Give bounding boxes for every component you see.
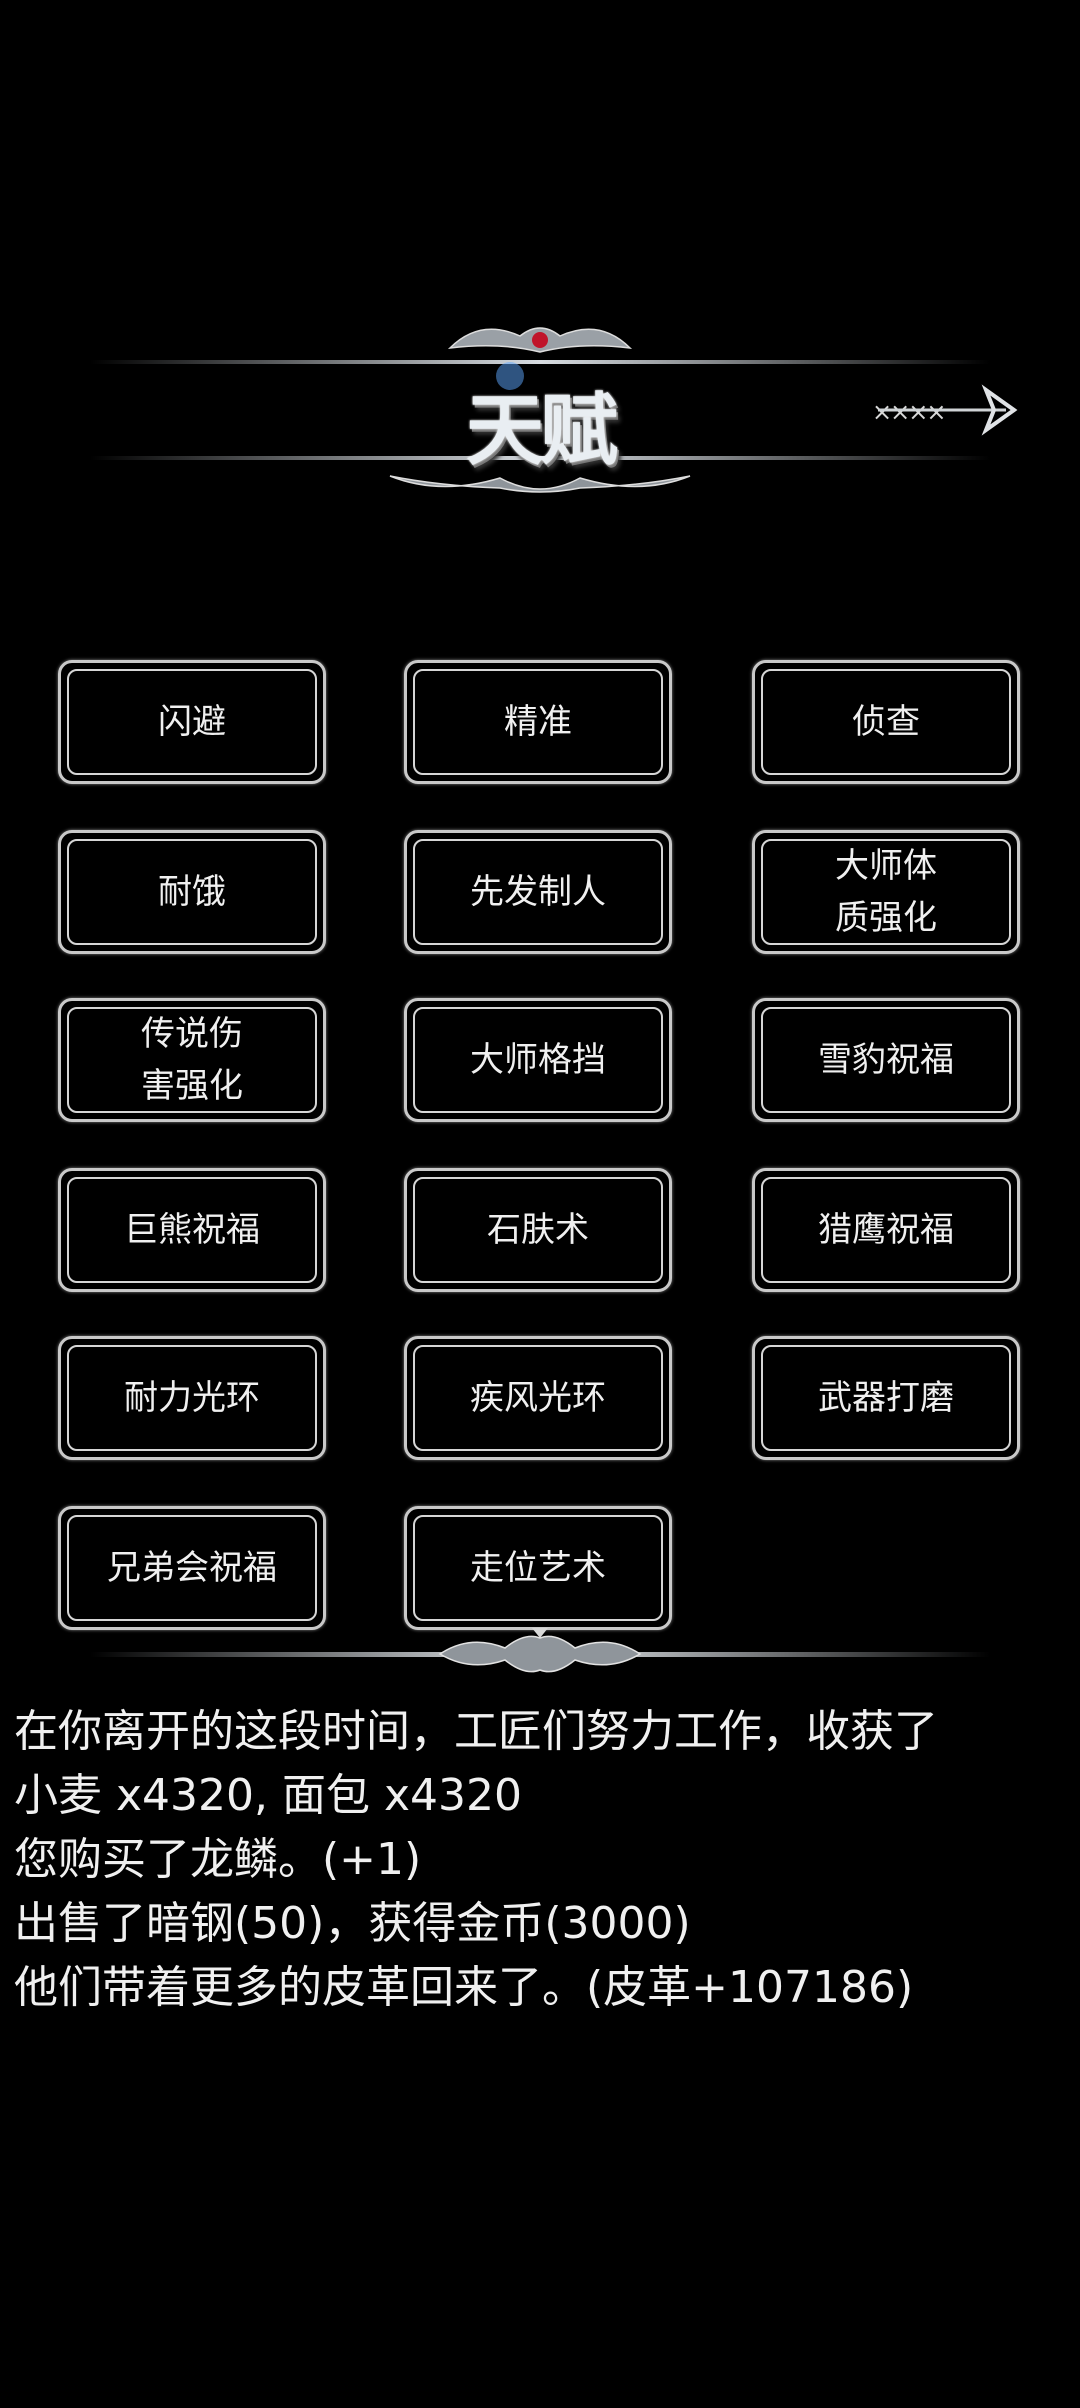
talent-button-dodge[interactable]: 闪避 [58,660,326,784]
talent-button-weapon-sharpening[interactable]: 武器打磨 [752,1336,1020,1460]
talent-button-master-physique[interactable]: 大师体 质强化 [752,830,1020,954]
log-line: 在你离开的这段时间，工匠们努力工作，收获了 [14,1706,938,1757]
talent-label: 走位艺术 [470,1548,606,1588]
talent-label: 大师格挡 [470,1040,606,1080]
log-line: 出售了暗钢(50)，获得金币(3000) [14,1898,691,1949]
page-title: 天赋 [465,385,618,476]
talent-button-bear-blessing[interactable]: 巨熊祝福 [58,1168,326,1292]
talent-label: 石肤术 [487,1210,589,1250]
talent-label: 武器打磨 [818,1378,954,1418]
talent-button-snow-leopard-blessing[interactable]: 雪豹祝福 [752,998,1020,1122]
talent-button-preemptive[interactable]: 先发制人 [404,830,672,954]
talent-label: 猎鹰祝福 [818,1210,954,1250]
talent-button-falcon-blessing[interactable]: 猎鹰祝福 [752,1168,1020,1292]
ornament-divider [0,1628,1080,1688]
talent-button-gale-aura[interactable]: 疾风光环 [404,1336,672,1460]
talent-button-hunger-resist[interactable]: 耐饿 [58,830,326,954]
talent-label: 雪豹祝福 [818,1040,954,1080]
talent-label: 先发制人 [470,872,606,912]
talent-label: 传说伤 害强化 [141,1014,243,1106]
talent-button-footwork[interactable]: 走位艺术 [404,1506,672,1630]
message-log: 在你离开的这段时间，工匠们努力工作，收获了 小麦 x4320, 面包 x4320… [14,1700,1064,2020]
talent-label: 闪避 [158,702,226,742]
log-line: 您购买了龙鳞。(+1) [14,1834,422,1885]
close-button[interactable]: ×××× [868,382,1018,438]
talent-label: 耐饿 [158,872,226,912]
talent-button-brotherhood-blessing[interactable]: 兄弟会祝福 [58,1506,326,1630]
talent-label: 侦查 [852,702,920,742]
talent-label: 耐力光环 [124,1378,260,1418]
close-label: ×××× [872,398,944,426]
talent-button-endurance-aura[interactable]: 耐力光环 [58,1336,326,1460]
close-arrow-icon: ×××× [872,384,1018,436]
talent-button-scout[interactable]: 侦查 [752,660,1020,784]
talent-button-master-block[interactable]: 大师格挡 [404,998,672,1122]
talent-label: 精准 [504,702,572,742]
talent-button-stoneskin[interactable]: 石肤术 [404,1168,672,1292]
divider-ornament [90,1628,990,1673]
talent-label: 巨熊祝福 [124,1210,260,1250]
talent-label: 大师体 质强化 [835,846,937,938]
talent-label: 兄弟会祝福 [107,1548,277,1588]
log-line: 他们带着更多的皮革回来了。(皮革+107186) [14,1962,914,2013]
talent-button-precision[interactable]: 精准 [404,660,672,784]
talent-label: 疾风光环 [470,1378,606,1418]
log-line: 小麦 x4320, 面包 x4320 [14,1770,522,1821]
talent-button-legendary-damage[interactable]: 传说伤 害强化 [58,998,326,1122]
